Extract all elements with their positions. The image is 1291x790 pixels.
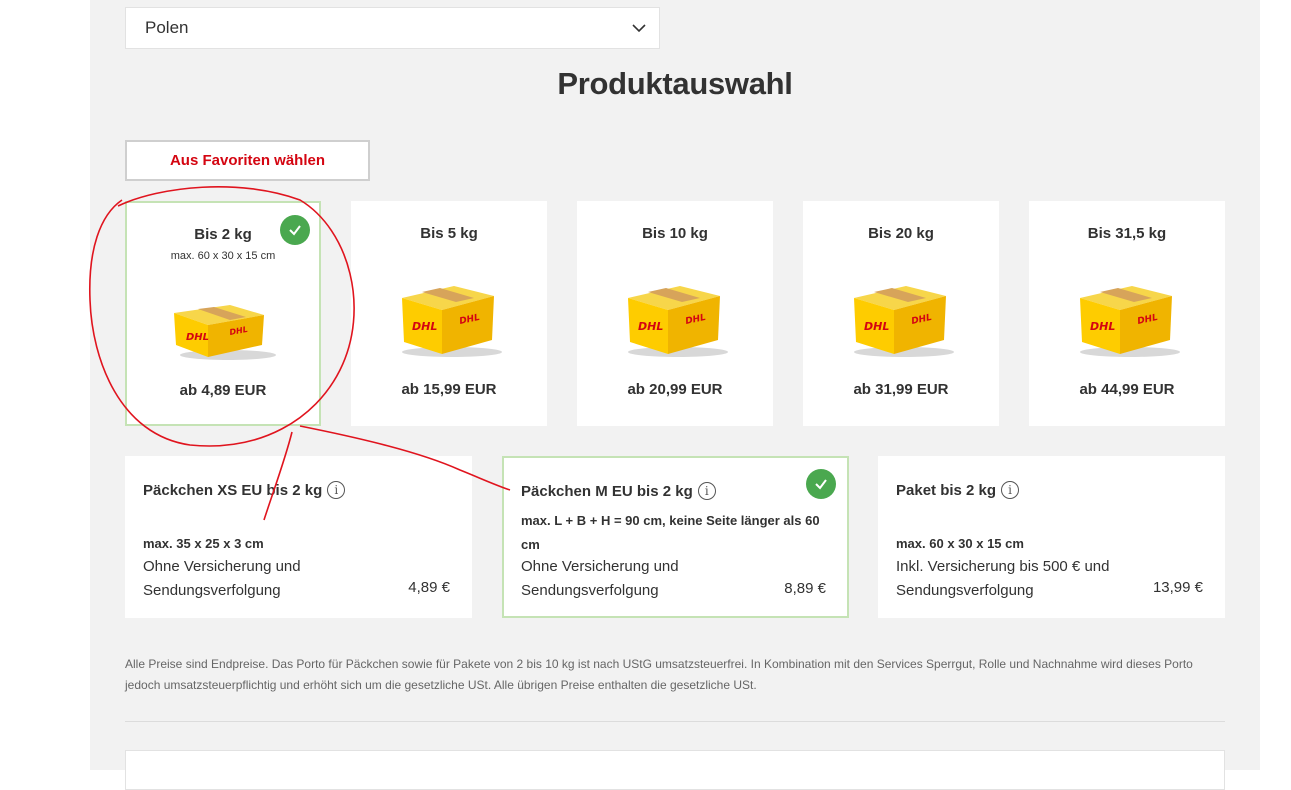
product-card-title: Paket bis 2 kg i [896, 481, 1020, 499]
chevron-down-icon [632, 24, 646, 33]
product-card-description: Ohne Versicherung und Sendungsverfolgung [143, 558, 301, 599]
weight-card-10kg[interactable]: Bis 10 kg DHL DHL ab 20,99 EUR [577, 201, 773, 426]
product-card-description: Ohne Versicherung und Sendungsverfolgung [521, 558, 679, 599]
product-card-price: 8,89 € [784, 580, 826, 597]
price-footnote: Alle Preise sind Endpreise. Das Porto fü… [125, 657, 1193, 692]
weight-card-title: Bis 31,5 kg [1087, 225, 1167, 242]
dhl-box-icon: DHL DHL [174, 305, 276, 360]
product-card-price: 13,99 € [1152, 579, 1203, 596]
info-icon[interactable]: i [697, 482, 716, 500]
product-card-dimensions: max. 60 x 30 x 15 cm [896, 536, 1024, 551]
product-card-title: Päckchen M EU bis 2 kg i [521, 482, 716, 500]
weight-card-price: ab 20,99 EUR [627, 381, 723, 398]
weight-card-31-5kg[interactable]: Bis 31,5 kg DHL DHL ab 44,99 EUR [1029, 201, 1225, 426]
divider [125, 721, 1225, 722]
product-card-title: Päckchen XS EU bis 2 kg i [143, 481, 346, 499]
weight-card-price: ab 4,89 EUR [179, 382, 267, 399]
dhl-box-icon: DHL DHL [854, 286, 954, 357]
info-icon[interactable]: i [327, 481, 346, 499]
weight-card-title: Bis 20 kg [868, 225, 934, 242]
selected-check-icon [280, 215, 310, 245]
country-select-value: Polen [145, 18, 189, 37]
dhl-box-icon: DHL DHL [628, 286, 728, 357]
dhl-box-icon: DHL DHL [1080, 286, 1180, 357]
weight-card-2kg[interactable]: Bis 2 kg max. 60 x 30 x 15 cm DHL DHL ab… [125, 201, 321, 426]
svg-text:DHL: DHL [186, 332, 209, 343]
product-card-title-text: Päckchen XS EU bis 2 kg [143, 481, 323, 499]
product-card-paket[interactable]: Paket bis 2 kg i max. 60 x 30 x 15 cm In… [878, 456, 1225, 618]
product-card-dimensions: max. L + B + H = 90 cm, keine Seite läng… [521, 513, 820, 552]
product-card-description: Inkl. Versicherung bis 500 € und Sendung… [896, 558, 1110, 599]
favorites-button[interactable]: Aus Favoriten wählen [125, 140, 370, 181]
page-title: Produktauswahl [557, 66, 793, 101]
product-card-price: 4,89 € [408, 579, 450, 596]
weight-card-price: ab 31,99 EUR [853, 381, 949, 398]
product-card-title-text: Päckchen M EU bis 2 kg [521, 482, 693, 500]
svg-text:DHL: DHL [864, 320, 889, 333]
next-section-card [125, 750, 1225, 790]
weight-card-dimensions: max. 60 x 30 x 15 cm [170, 250, 276, 262]
weight-card-5kg[interactable]: Bis 5 kg DHL DHL ab 15,99 EUR [351, 201, 547, 426]
info-icon[interactable]: i [1001, 481, 1020, 499]
weight-card-title: Bis 10 kg [642, 225, 708, 242]
svg-text:DHL: DHL [1090, 320, 1115, 333]
weight-card-price: ab 44,99 EUR [1079, 381, 1175, 398]
product-card-xs-eu[interactable]: Päckchen XS EU bis 2 kg i max. 35 x 25 x… [125, 456, 472, 618]
dhl-box-icon: DHL DHL [402, 286, 502, 357]
product-card-title-text: Paket bis 2 kg [896, 481, 997, 499]
product-card-m-eu[interactable]: Päckchen M EU bis 2 kg i max. L + B + H … [502, 456, 849, 618]
weight-card-price: ab 15,99 EUR [401, 381, 497, 398]
product-card-dimensions: max. 35 x 25 x 3 cm [143, 536, 264, 551]
country-select[interactable]: Polen [125, 7, 660, 49]
svg-text:DHL: DHL [638, 320, 663, 333]
selected-check-icon [806, 469, 836, 499]
weight-card-title: Bis 5 kg [420, 225, 478, 242]
weight-card-20kg[interactable]: Bis 20 kg DHL DHL ab 31,99 EUR [803, 201, 999, 426]
svg-text:DHL: DHL [412, 320, 437, 333]
